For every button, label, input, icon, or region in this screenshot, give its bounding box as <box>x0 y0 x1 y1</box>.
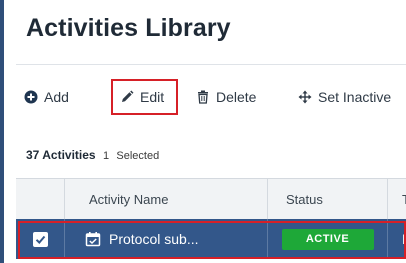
pencil-icon <box>120 90 134 104</box>
edit-button[interactable]: Edit <box>111 79 178 115</box>
status-cell: ACTIVE <box>268 219 388 259</box>
activity-count: 37 Activities <box>26 148 96 162</box>
selected-count: 1 <box>102 150 110 162</box>
activity-name: Protocol sub... <box>109 231 199 247</box>
table-header: Activity Name Status T <box>16 179 406 219</box>
plus-circle-icon <box>24 90 38 104</box>
column-header-status[interactable]: Status <box>268 179 388 219</box>
left-edge-border <box>0 0 4 263</box>
set-inactive-button-label: Set Inactive <box>318 89 392 105</box>
calendar-check-icon <box>85 231 101 247</box>
add-button-label: Add <box>44 89 69 105</box>
selection-summary: 37 Activities 1 Selected <box>26 148 159 162</box>
page-title: Activities Library <box>26 14 231 42</box>
set-inactive-button[interactable]: Set Inactive <box>298 79 391 115</box>
title-divider <box>16 64 406 65</box>
header-select-all-cell[interactable] <box>16 179 65 219</box>
move-arrows-icon <box>298 90 312 104</box>
checkmark-icon <box>35 235 45 244</box>
selected-label: Selected <box>116 150 160 162</box>
activity-name-cell[interactable]: Protocol sub... <box>65 219 268 259</box>
status-badge: ACTIVE <box>281 228 374 250</box>
row-checkbox[interactable] <box>32 231 48 247</box>
toolbar: Add Edit Delete Set Inactive <box>16 79 406 115</box>
type-cell: D <box>388 219 406 259</box>
delete-button-label: Delete <box>216 89 257 105</box>
column-header-type[interactable]: T <box>388 179 406 219</box>
column-header-activity-name[interactable]: Activity Name <box>65 179 268 219</box>
activities-library-panel: Activities Library Add Edit Delete Set I… <box>0 0 406 263</box>
delete-button[interactable]: Delete <box>196 79 256 115</box>
table-row[interactable]: Protocol sub... ACTIVE D <box>16 219 406 259</box>
edit-button-label: Edit <box>140 89 165 105</box>
trash-icon <box>196 90 210 104</box>
row-select-cell[interactable] <box>16 219 65 259</box>
add-button[interactable]: Add <box>24 79 69 115</box>
